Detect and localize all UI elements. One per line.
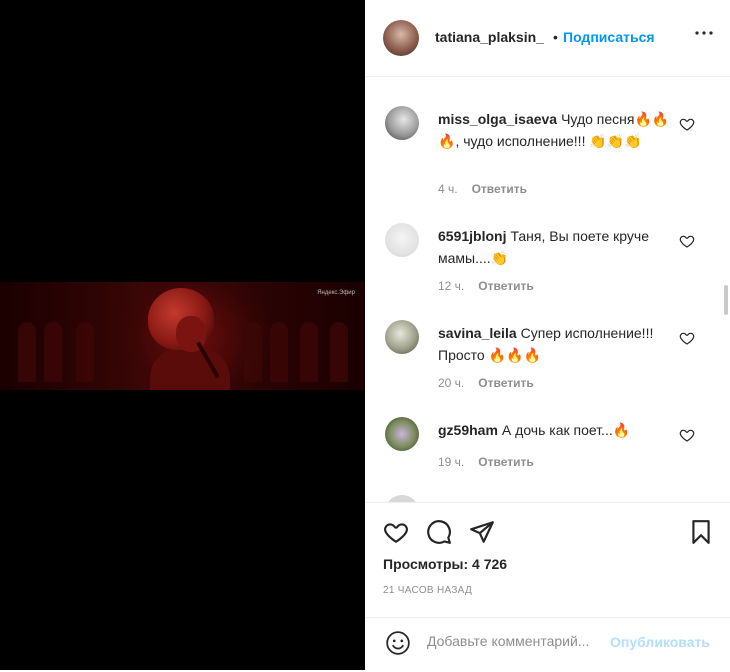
bookmark-icon[interactable] xyxy=(688,519,714,545)
video-frame[interactable]: Яндекс.Эфир xyxy=(0,282,365,390)
comment-meta: 12 ч. Ответить xyxy=(438,279,534,293)
instagram-post-view: Яндекс.Эфир tatiana_plaksin_ • Подписать… xyxy=(0,0,730,670)
comment-body: А дочь как поет... xyxy=(501,422,613,438)
post-sidebar: tatiana_plaksin_ • Подписаться miss_olga… xyxy=(365,0,730,670)
heart-icon[interactable] xyxy=(679,330,695,346)
comment-time[interactable]: 20 ч. xyxy=(438,376,464,390)
singer-body xyxy=(150,348,230,390)
comment-username[interactable]: 6591jblonj xyxy=(438,228,506,244)
author-avatar[interactable] xyxy=(383,20,419,56)
comment-time[interactable]: 4 ч. xyxy=(438,182,458,196)
heart-icon[interactable] xyxy=(679,233,695,249)
comment-input[interactable] xyxy=(427,633,607,649)
post-media[interactable]: Яндекс.Эфир xyxy=(0,0,365,670)
commenter-avatar[interactable] xyxy=(385,106,419,140)
crowd-figure xyxy=(300,322,318,382)
crowd-figure xyxy=(18,322,36,382)
add-comment-row: Опубликовать xyxy=(365,617,730,672)
fire-emoji: 🔥🔥🔥 xyxy=(488,347,541,363)
crowd-figure xyxy=(270,322,288,382)
comment-icon[interactable] xyxy=(426,519,452,545)
reply-button[interactable]: Ответить xyxy=(472,182,527,196)
comment-meta: 19 ч. Ответить xyxy=(438,455,534,469)
comments-list[interactable]: miss_olga_isaeva Чудо песня 🔥🔥🔥 , чудо испо… xyxy=(365,77,723,502)
post-header: tatiana_plaksin_ • Подписаться xyxy=(365,0,730,77)
comment-meta: 20 ч. Ответить xyxy=(438,376,534,390)
views-count[interactable]: Просмотры: 4 726 xyxy=(383,556,507,572)
crowd-figure xyxy=(244,322,262,382)
heart-icon[interactable] xyxy=(679,116,695,132)
comment-text: gz59ham А дочь как поет...🔥 xyxy=(438,419,670,441)
reply-button[interactable]: Ответить xyxy=(478,455,533,469)
header-separator: • xyxy=(553,29,558,45)
clap-emoji: 👏 xyxy=(490,250,509,266)
post-timestamp[interactable]: 21 ЧАСОВ НАЗАД xyxy=(383,585,472,596)
comment-body: , чудо исполнение!!! xyxy=(455,133,590,149)
reply-button[interactable]: Ответить xyxy=(478,376,533,390)
reply-button[interactable]: Ответить xyxy=(478,279,533,293)
comment-text: 6591jblonj Таня, Вы поете круче мамы....👏 xyxy=(438,225,670,269)
commenter-avatar[interactable] xyxy=(385,495,419,502)
media-watermark: Яндекс.Эфир xyxy=(317,290,355,296)
share-icon[interactable] xyxy=(469,519,495,545)
comments-scrollbar[interactable] xyxy=(724,285,728,315)
more-options-icon[interactable] xyxy=(693,22,715,50)
smiley-icon[interactable] xyxy=(385,630,411,656)
commenter-avatar[interactable] xyxy=(385,223,419,257)
comment-meta: 4 ч. Ответить xyxy=(438,182,527,196)
post-actions: Просмотры: 4 726 21 ЧАСОВ НАЗАД Опублико… xyxy=(365,502,730,671)
commenter-avatar[interactable] xyxy=(385,417,419,451)
comment-text: miss_olga_isaeva Чудо песня🔥🔥🔥, чудо испо… xyxy=(438,108,670,152)
heart-icon[interactable] xyxy=(383,519,409,545)
crowd-figure xyxy=(44,322,62,382)
comment-username[interactable]: gz59ham xyxy=(438,422,498,438)
comment-text: savina_leila Супер исполнение!!!Просто 🔥🔥… xyxy=(438,322,670,366)
more-horizontal-icon xyxy=(695,31,713,35)
follow-button[interactable]: Подписаться xyxy=(563,29,655,45)
comment-body: Чудо песня xyxy=(561,111,635,127)
heart-icon[interactable] xyxy=(679,427,695,443)
clap-emoji: 👏👏👏 xyxy=(589,133,642,149)
fire-emoji: 🔥 xyxy=(612,422,631,438)
comment-time[interactable]: 19 ч. xyxy=(438,455,464,469)
author-username[interactable]: tatiana_plaksin_ xyxy=(435,29,544,45)
comment-time[interactable]: 12 ч. xyxy=(438,279,464,293)
crowd-figure xyxy=(330,322,348,382)
publish-button[interactable]: Опубликовать xyxy=(610,634,710,650)
comment-username[interactable]: miss_olga_isaeva xyxy=(438,111,557,127)
crowd-figure xyxy=(76,322,94,382)
commenter-avatar[interactable] xyxy=(385,320,419,354)
comment-username[interactable]: savina_leila xyxy=(438,325,517,341)
